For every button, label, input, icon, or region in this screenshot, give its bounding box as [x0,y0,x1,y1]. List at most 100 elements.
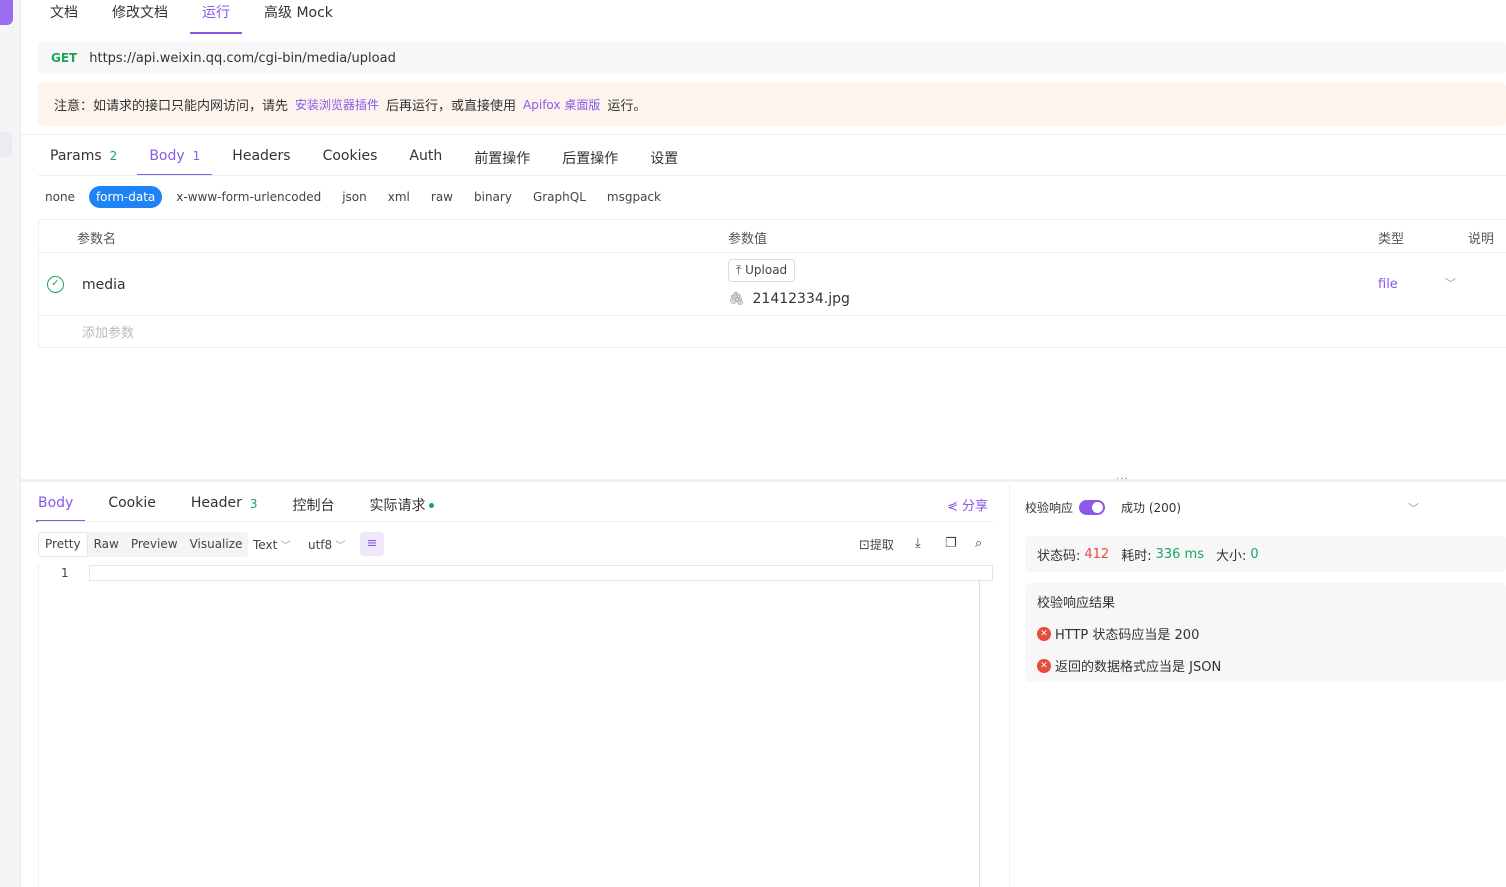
install-plugin-link[interactable]: 安装浏览器插件 [295,96,379,113]
response-tabs: Body Cookie Header 3 控制台 实际请求 [35,484,469,522]
panel-resize-handle[interactable] [21,479,1506,482]
format-select[interactable]: Text ﹀ [253,537,290,552]
validate-response-toggle[interactable] [1079,500,1106,515]
tab-headers[interactable]: Headers [232,138,290,176]
share-icon: ⋞ [947,499,963,514]
download-icon[interactable]: ⤓ [915,536,921,551]
tab-body[interactable]: Body 1 [137,138,213,176]
format-select-value: Text [253,538,278,552]
col-value-header: 参数值 [728,232,768,247]
resp-tab-body[interactable]: Body [35,484,86,522]
resp-tab-header-label: Header [190,495,242,511]
resp-tab-actual-request[interactable]: 实际请求 [370,484,434,522]
validation-result-text: 返回的数据格式应当是 JSON [1055,660,1222,675]
col-desc-header: 说明 [1468,232,1495,247]
tab-pre-label: 前置操作 [474,151,531,167]
word-wrap-icon[interactable]: ≡ [360,532,384,556]
tab-pre-processors[interactable]: 前置操作 [474,138,530,176]
response-tabs-underline [38,521,993,522]
body-type-raw[interactable]: raw [424,186,460,208]
check-circle-icon[interactable]: ✓ [47,276,64,293]
status-code-value: 412 [1084,546,1110,562]
vertical-divider[interactable] [1009,484,1010,887]
add-param-input[interactable]: 添加参数 [82,322,134,341]
paperclip-icon: 🖇 [728,292,745,307]
body-type-json[interactable]: json [335,186,374,208]
error-icon: ✕ [1037,658,1051,673]
upload-button[interactable]: ⤒ Upload [728,259,796,282]
validation-result-title: 校验响应结果 [1037,596,1116,611]
chevron-down-icon[interactable]: ﹀ [1445,275,1456,291]
chevron-down-icon: ﹀ [277,541,291,552]
col-name-header: 参数名 [77,232,117,247]
list-item: ✕ HTTP 状态码应当是 200 [1037,624,1199,643]
tab-run[interactable]: 运行 [190,0,242,34]
tab-advanced-mock[interactable]: 高级 Mock [264,0,333,34]
drag-handle-icon[interactable]: ··· [1116,474,1129,485]
body-type-xml[interactable]: xml [381,186,417,208]
tab-edit-docs[interactable]: 修改文档 [112,0,168,34]
chevron-down-icon[interactable]: ﹀ [1408,500,1419,516]
tab-docs[interactable]: 文档 [50,0,78,34]
current-line [89,565,993,581]
resp-tab-body-label: Body [38,495,74,511]
resp-tab-header-count: 3 [249,497,258,511]
resp-tab-actual-label: 实际请求 [369,498,426,514]
body-type-graphql[interactable]: GraphQL [526,186,593,208]
size-value: 0 [1250,546,1259,562]
resp-tab-cookie[interactable]: Cookie [108,484,156,522]
line-number: 1 [61,566,69,580]
param-type-select[interactable]: file [1378,277,1398,292]
error-icon: ✕ [1037,626,1051,641]
status-dot [428,503,434,508]
validate-response-select[interactable]: 成功 (200) [1121,499,1181,516]
param-name[interactable]: media [82,277,126,293]
validate-response-label: 校验响应 [1025,501,1074,515]
resp-tab-console[interactable]: 控制台 [293,484,335,522]
sidebar-expand-handle[interactable] [0,132,12,158]
body-type-urlencoded[interactable]: x-www-form-urlencoded [169,186,328,208]
tab-settings[interactable]: 设置 [650,138,678,176]
share-button[interactable]: ⋞ 分享 [947,495,988,514]
extract-label: 提取 [869,538,894,552]
resp-tab-cookie-label: Cookie [108,495,156,511]
body-type-binary[interactable]: binary [467,186,519,208]
time-value: 336 ms [1155,546,1204,562]
validation-result-text: HTTP 状态码应当是 200 [1055,628,1200,643]
resp-tab-header[interactable]: Header 3 [191,484,258,522]
view-mode-switch: Pretty Raw Preview Visualize [38,532,249,557]
file-name: 21412334.jpg [752,291,850,307]
extract-button[interactable]: ⊡提取 [859,536,894,553]
view-pretty[interactable]: Pretty [38,532,88,557]
notice-middle: 后再运行，或直接使用 [386,99,517,114]
tab-cookies[interactable]: Cookies [323,138,378,176]
body-type-none[interactable]: none [38,186,82,208]
uploaded-file: 🖇 21412334.jpg [728,291,850,307]
search-icon[interactable]: ⌕ [975,536,982,551]
copy-icon[interactable]: ❐ [945,536,957,551]
col-type-header: 类型 [1378,232,1405,247]
url-bar[interactable]: GET https://api.weixin.qq.com/cgi-bin/me… [38,42,1506,74]
extract-icon: ⊡ [859,538,870,553]
view-raw[interactable]: Raw [88,532,125,557]
add-param-row: 添加参数 [39,316,1506,348]
tab-post-processors[interactable]: 后置操作 [562,138,618,176]
tab-params[interactable]: Params 2 [50,138,117,176]
sidebar-collapse-button[interactable] [0,0,13,25]
status-code-label: 状态码: [1037,548,1081,564]
tab-params-count: 2 [109,149,118,163]
editor-scroll-edge [979,580,980,887]
top-tabs: 文档 修改文档 运行 高级 Mock [50,0,367,34]
desktop-app-link[interactable]: Apifox 桌面版 [523,96,600,113]
view-visualize[interactable]: Visualize [184,532,249,557]
tab-auth[interactable]: Auth [409,138,442,176]
tab-auth-label: Auth [409,148,443,164]
body-type-msgpack[interactable]: msgpack [600,186,668,208]
request-url[interactable]: https://api.weixin.qq.com/cgi-bin/media/… [89,51,396,66]
response-status-bar: 状态码: 412 耗时: 336 ms 大小: 0 [1025,536,1506,572]
view-preview[interactable]: Preview [125,532,184,557]
body-type-form-data[interactable]: form-data [88,186,163,208]
encoding-select[interactable]: utf8 ﹀ [308,537,345,552]
tab-post-label: 后置操作 [562,151,619,167]
response-body-editor[interactable]: 1 [38,564,993,887]
